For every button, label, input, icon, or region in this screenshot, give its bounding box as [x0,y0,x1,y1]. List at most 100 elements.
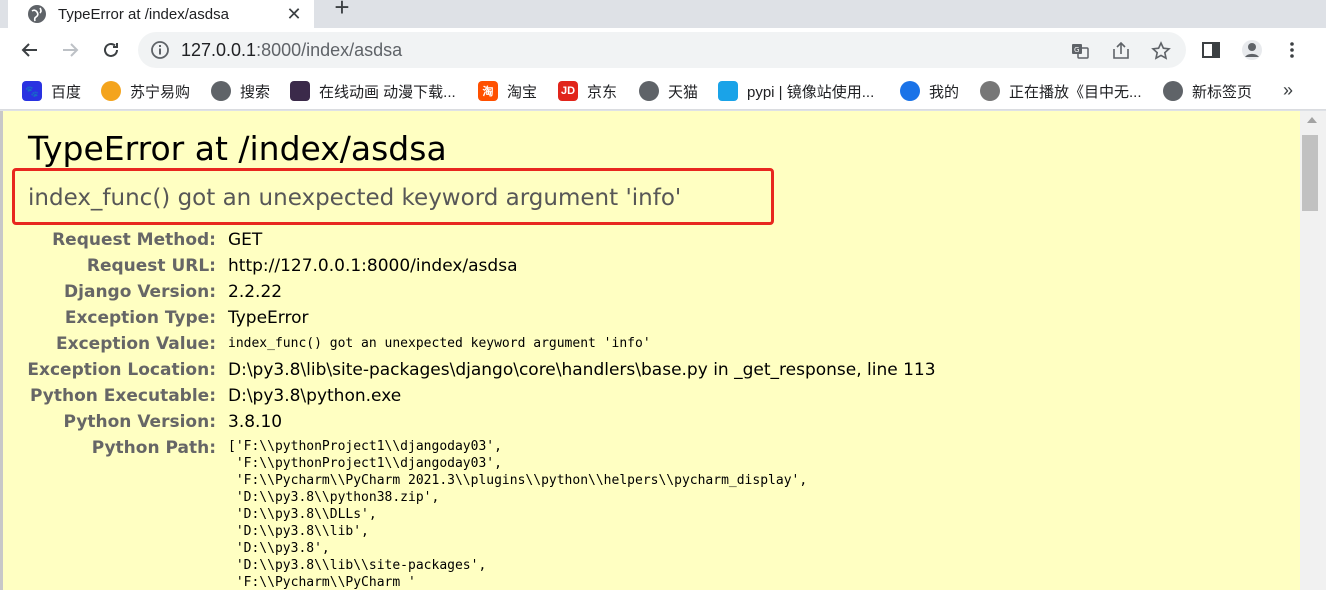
python-path-list: ['F:\\pythonProject1\\djangoday03', 'F:\… [228,439,808,590]
bookmarks-bar: 🐾 百度 苏宁易购 搜索 在线动画 动漫下载... 淘淘宝 JD 京东 天猫 pyp… [0,72,1326,110]
bookmark-label: pypi | 镜像站使用... [747,83,875,101]
row-value: GET [228,230,263,250]
row-value: TypeError [228,308,309,328]
translate-button[interactable]: G [1069,40,1091,62]
profile-button[interactable] [1238,36,1266,64]
film-icon [980,81,1000,101]
row-label: Python Path: [91,438,216,458]
bookmark-item[interactable]: 苏宁易购 [101,80,190,102]
side-panel-button[interactable] [1197,36,1225,64]
row-value: http://127.0.0.1:8000/index/asdsa [228,256,518,276]
table-row: Exception Location: D:\py3.8\lib\site-pac… [0,357,936,383]
share-icon [1113,41,1129,59]
row-label: Exception Type: [64,308,216,328]
reload-icon [104,42,118,57]
star-icon [1151,41,1171,60]
row-label: Django Version: [64,282,216,302]
row-value: index_func() got an unexpected keyword a… [228,336,651,351]
jd-icon: JD [558,81,578,101]
baidu-icon: 🐾 [22,81,42,101]
table-row: Request URL: http://127.0.0.1:8000/index/… [0,253,936,279]
bookmark-item[interactable]: 🐾 百度 [22,80,81,102]
tab-title: TypeError at /index/asdsa [58,5,229,23]
scrollbar-thumb[interactable] [1302,135,1318,211]
vertical-scrollbar[interactable] [1300,111,1326,590]
more-vertical-icon [1290,42,1294,58]
table-row: Python Executable: D:\py3.8\python.exe [0,383,936,409]
bookmark-label: 淘宝 [507,83,538,101]
translate-icon: G [1072,44,1089,59]
browser-toolbar: 127.0.0.1:8000/index/asdsa G [0,28,1326,72]
suning-icon [101,81,121,101]
table-row: Request Method: GET [0,227,936,253]
bookmark-label: 在线动画 动漫下载... [319,83,456,101]
globe-icon [1163,81,1183,101]
forward-button[interactable] [56,36,84,64]
bookmark-label: 百度 [51,83,82,101]
bookmark-star-button[interactable] [1150,40,1172,62]
table-row: Django Version: 2.2.22 [0,279,936,305]
bookmark-label: 新标签页 [1192,83,1253,101]
bookmark-label: 苏宁易购 [130,83,191,101]
tab-strip: TypeError at /index/asdsa ✕ + [0,0,1326,28]
bookmark-label: 搜索 [240,83,271,101]
arrow-right-icon [63,43,79,57]
pypi-icon [718,81,738,101]
bookmark-item[interactable]: 天猫 [639,80,698,102]
page-content: TypeError at /index/asdsa index_func() g… [0,111,1300,590]
bookmark-label: 天猫 [668,83,699,101]
taobao-icon: 淘 [478,81,498,101]
back-button[interactable] [16,36,44,64]
url-text[interactable]: 127.0.0.1:8000/index/asdsa [181,40,402,61]
page-left-edge [0,111,3,590]
bookmark-item[interactable]: 正在播放《目中无... [980,80,1142,102]
bookmark-label: 正在播放《目中无... [1009,83,1142,101]
bookmark-item[interactable]: 在线动画 动漫下载... [290,80,456,102]
tab-close-button[interactable]: ✕ [284,4,304,24]
row-label: Python Executable: [30,386,216,406]
row-label: Request Method: [52,230,216,250]
request-summary-table: Request Method: GET Request URL: http://12… [0,227,936,590]
bookmarks-overflow-button[interactable]: » [1283,80,1293,101]
new-tab-button[interactable]: + [328,0,356,20]
browser-tab[interactable]: TypeError at /index/asdsa ✕ [8,0,314,28]
row-value: D:\py3.8\lib\site-packages\django\core\h… [228,360,936,380]
bookmark-label: 我的 [929,83,960,101]
row-label: Exception Value: [56,334,216,354]
bookmark-item[interactable]: 我的 [900,80,959,102]
row-label: Request URL: [86,256,216,276]
share-button[interactable] [1110,40,1132,62]
url-path: :8000/index/asdsa [256,40,403,60]
avatar-icon [1242,40,1262,60]
bookmark-label: 京东 [587,83,618,101]
row-value: 2.2.22 [228,282,283,302]
row-value: D:\py3.8\python.exe [228,386,402,406]
globe-icon [211,81,231,101]
bookmark-item[interactable]: 新标签页 [1163,80,1252,102]
bookmark-item[interactable]: pypi | 镜像站使用... [718,80,874,102]
address-bar[interactable]: 127.0.0.1:8000/index/asdsa G [138,32,1186,68]
side-panel-icon [1202,42,1220,58]
table-row: Python Version: 3.8.10 [0,409,936,435]
scroll-up-arrow-icon[interactable] [1307,117,1317,123]
bookmark-item[interactable]: 淘淘宝 [478,80,537,102]
svg-text:G: G [1074,46,1079,54]
row-value: 3.8.10 [228,412,283,432]
url-host: 127.0.0.1 [181,40,257,60]
bookmark-item[interactable]: JD 京东 [558,80,617,102]
arrow-left-icon [21,43,37,57]
table-row: Exception Type: TypeError [0,305,936,331]
error-title: TypeError at /index/asdsa [28,129,447,168]
anime-icon [290,81,310,101]
bookmark-item[interactable]: 搜索 [211,80,270,102]
row-label: Python Version: [63,412,216,432]
error-message: index_func() got an unexpected keyword a… [28,185,682,211]
reload-button[interactable] [97,36,125,64]
mine-icon [900,81,920,101]
info-icon[interactable] [150,40,170,60]
row-label: Exception Location: [27,360,216,380]
table-row: Exception Value: index_func() got an unex… [0,331,936,357]
globe-icon [639,81,659,101]
row-value: ['F:\\pythonProject1\\djangoday03', 'F:\… [228,435,936,590]
menu-button[interactable] [1278,36,1306,64]
